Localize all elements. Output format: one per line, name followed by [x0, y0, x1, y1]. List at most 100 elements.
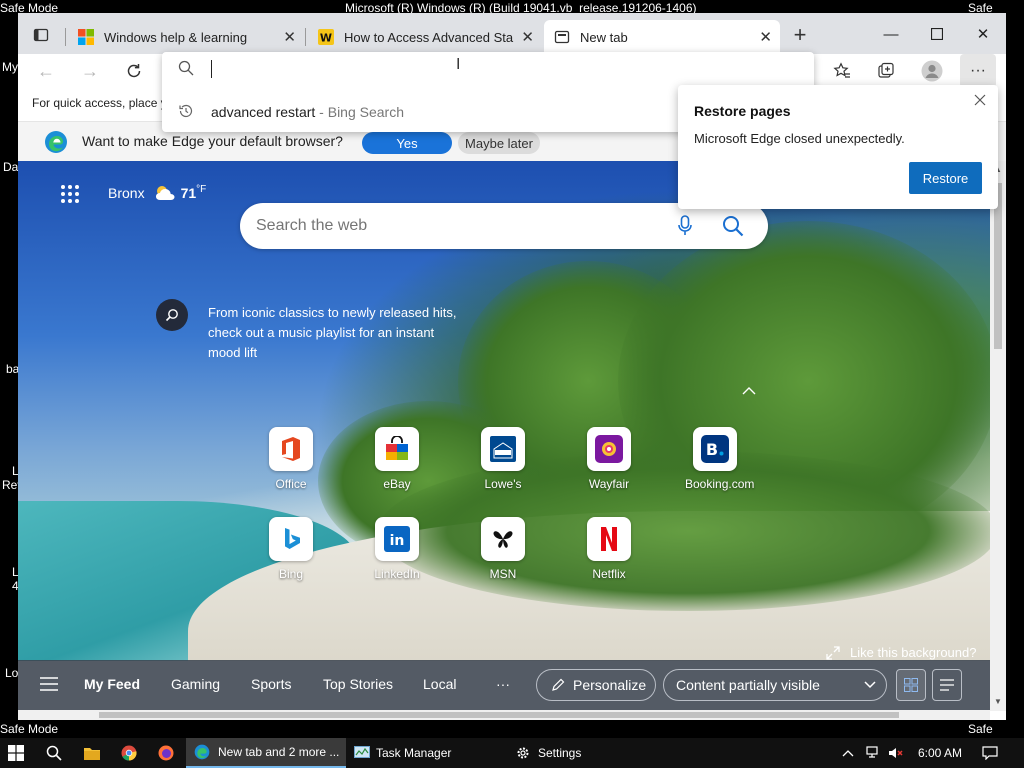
tab-new-tab[interactable]: New tab ✕	[544, 20, 780, 54]
chrome-icon[interactable]	[121, 738, 137, 768]
maximize-icon[interactable]	[914, 19, 960, 49]
feed-tab-sports[interactable]: Sports	[251, 676, 291, 692]
taskbar-edge-button[interactable]: New tab and 2 more ...	[186, 738, 346, 768]
window-close-icon[interactable]: ✕	[960, 19, 1006, 49]
linkedin-logo-icon: in	[384, 526, 410, 552]
msn-butterfly-icon	[493, 531, 513, 548]
quick-link-wayfair[interactable]: Wayfair	[579, 427, 639, 491]
settings-more-icon[interactable]: ···	[960, 54, 996, 88]
feed-more-button[interactable]: ···	[496, 676, 510, 692]
firefox-icon[interactable]	[158, 738, 174, 768]
infobar-question: Want to make Edge your default browser?	[82, 133, 343, 149]
like-background-text: Like this background?	[850, 645, 977, 660]
feed-tab-my-feed[interactable]: My Feed	[84, 676, 140, 692]
vertical-scrollbar[interactable]: ▲ ▼	[990, 161, 1006, 711]
netflix-logo-icon	[601, 527, 617, 551]
tray-chevron-up-icon[interactable]	[842, 738, 854, 768]
quick-link-netflix[interactable]: Netflix	[579, 517, 639, 581]
quick-link-label: Netflix	[592, 567, 626, 581]
list-view-icon[interactable]	[932, 669, 962, 701]
address-input[interactable]	[206, 56, 796, 80]
task-manager-icon	[354, 746, 370, 758]
minimize-icon[interactable]: —	[868, 19, 914, 49]
quick-link-lowes[interactable]: Lowe's	[473, 427, 533, 491]
back-arrow-icon[interactable]: ←	[31, 56, 61, 86]
profile-avatar-icon[interactable]	[917, 56, 947, 86]
new-tab-plus-icon[interactable]: +	[785, 20, 815, 50]
maybe-later-button[interactable]: Maybe later	[458, 132, 540, 154]
restore-message: Microsoft Edge closed unexpectedly.	[694, 131, 905, 146]
weather-widget[interactable]: Bronx 71 °F	[108, 183, 206, 203]
office-logo-icon	[282, 437, 300, 461]
quick-link-booking[interactable]: B Booking.com	[685, 427, 755, 491]
like-background-link[interactable]: Like this background?	[826, 645, 976, 660]
chevron-up-icon[interactable]	[742, 383, 756, 399]
history-clock-icon	[178, 103, 194, 124]
file-explorer-icon[interactable]	[83, 738, 101, 768]
grid-view-icon[interactable]	[896, 669, 926, 701]
promo-search-icon[interactable]	[156, 299, 188, 331]
feed-tab-local[interactable]: Local	[423, 676, 456, 692]
close-tab-icon[interactable]: ✕	[521, 28, 534, 46]
mouse-ibeam-cursor: I	[456, 56, 461, 73]
new-tab-page-icon	[554, 30, 570, 44]
weather-temp: 71	[180, 185, 197, 201]
close-tab-icon[interactable]: ✕	[283, 28, 296, 46]
taskbar-task-manager-button[interactable]: Task Manager	[354, 738, 451, 768]
restore-button[interactable]: Restore	[909, 162, 982, 194]
quick-link-bing[interactable]: Bing	[261, 517, 321, 581]
horizontal-scrollbar[interactable]	[18, 710, 990, 720]
feed-tab-gaming[interactable]: Gaming	[171, 676, 220, 692]
pencil-icon	[552, 678, 565, 691]
promo-text[interactable]: From iconic classics to newly released h…	[208, 303, 458, 363]
horizontal-scroll-thumb[interactable]	[99, 712, 899, 718]
desktop-label-fragment[interactable]: Da	[3, 160, 18, 174]
refresh-icon[interactable]	[119, 56, 149, 86]
quick-link-label: Booking.com	[685, 477, 755, 491]
text-cursor	[211, 60, 212, 78]
personalize-button[interactable]: Personalize	[536, 669, 656, 701]
quick-link-label: MSN	[489, 567, 517, 581]
favorites-star-icon[interactable]	[827, 56, 857, 86]
yes-button[interactable]: Yes	[362, 132, 452, 154]
hamburger-menu-icon[interactable]	[40, 677, 58, 696]
collections-icon[interactable]	[871, 56, 901, 86]
quick-link-ebay[interactable]: eBay	[367, 427, 427, 491]
taskbar-search-icon[interactable]	[46, 738, 62, 768]
scroll-down-arrow-icon[interactable]: ▼	[994, 697, 1002, 706]
notifications-icon[interactable]	[982, 738, 998, 768]
start-windows-icon[interactable]	[8, 738, 24, 768]
tab-advanced-startup[interactable]: W How to Access Advanced Startup ✕	[308, 20, 542, 54]
tab-actions-icon[interactable]	[26, 20, 56, 50]
web-search-input[interactable]	[256, 214, 656, 238]
microphone-icon[interactable]	[678, 215, 692, 242]
site-w-icon: W	[318, 29, 334, 45]
quick-link-office[interactable]: Office	[261, 427, 321, 491]
lowes-logo-icon	[490, 436, 516, 462]
search-icon[interactable]	[722, 215, 744, 242]
weather-unit: °F	[196, 183, 207, 195]
taskbar-settings-label: Settings	[538, 746, 582, 760]
quick-link-msn[interactable]: MSN	[473, 517, 533, 581]
quick-link-linkedin[interactable]: in LinkedIn	[367, 517, 427, 581]
content-visibility-dropdown[interactable]: Content partially visible	[663, 669, 887, 701]
partly-cloudy-icon	[155, 186, 175, 200]
clock-time[interactable]: 6:00 AM	[918, 738, 962, 768]
tab-bar: Windows help & learning ✕ W How to Acces…	[18, 13, 1006, 54]
volume-muted-icon[interactable]	[888, 738, 904, 768]
svg-text:W: W	[320, 32, 332, 45]
close-popup-icon[interactable]	[974, 93, 986, 111]
forward-arrow-icon[interactable]: →	[75, 56, 105, 86]
edge-window: Windows help & learning ✕ W How to Acces…	[18, 13, 1006, 720]
desktop-label-fragment[interactable]: My	[2, 60, 18, 74]
close-tab-icon[interactable]: ✕	[759, 28, 772, 46]
desktop-label-fragment[interactable]: Lo	[5, 666, 18, 680]
feed-tab-top-stories[interactable]: Top Stories	[323, 676, 393, 692]
booking-logo-icon: B	[701, 435, 729, 463]
apps-grid-icon[interactable]	[59, 183, 81, 205]
network-icon[interactable]	[866, 738, 882, 768]
tab-windows-help[interactable]: Windows help & learning ✕	[68, 20, 304, 54]
ebay-bag-icon	[386, 436, 408, 460]
taskbar-settings-button[interactable]: Settings	[516, 738, 581, 768]
web-search-box[interactable]	[240, 203, 768, 249]
